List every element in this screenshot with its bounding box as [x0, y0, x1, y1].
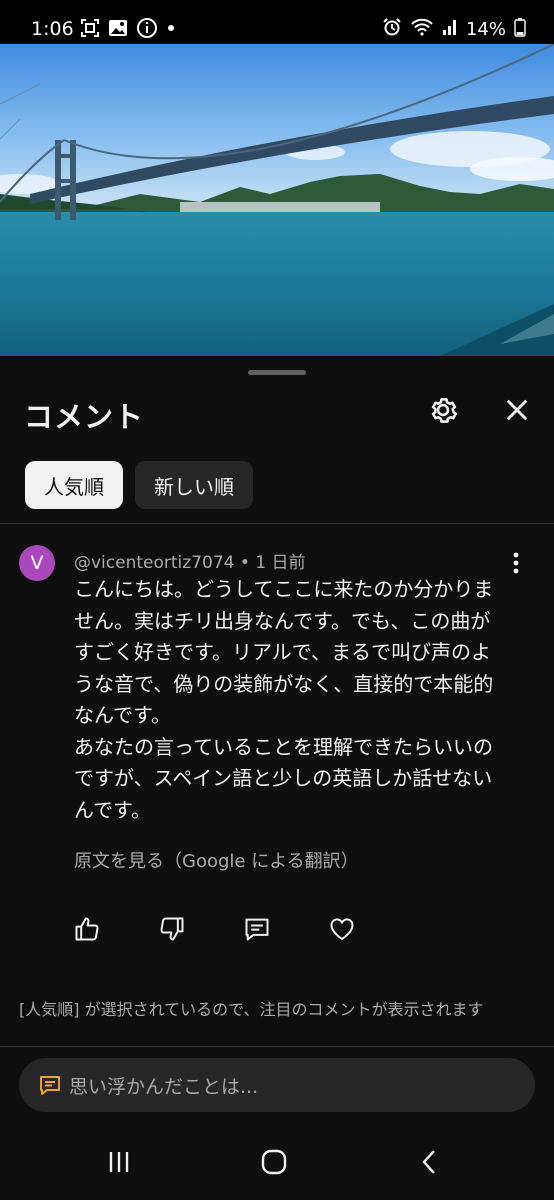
- close-icon: [503, 396, 531, 428]
- wifi-icon: [410, 17, 434, 42]
- comment-input-placeholder: 思い浮かんだことは...: [69, 1075, 259, 1098]
- dislike-button[interactable]: [153, 912, 191, 950]
- comment-input[interactable]: 思い浮かんだことは...: [19, 1058, 535, 1112]
- status-bar: 1:06 14%: [0, 0, 554, 44]
- recents-button[interactable]: [97, 1142, 141, 1186]
- status-time: 1:06: [31, 18, 74, 40]
- reply-button[interactable]: [238, 912, 276, 950]
- heart-icon: [328, 915, 356, 947]
- alarm-icon: [382, 17, 402, 42]
- comment-text: こんにちは。どうしてここに来たのか分かりま せん。実はチリ出身なんです。でも、こ…: [74, 574, 534, 826]
- close-button[interactable]: [495, 390, 539, 434]
- panel-title: コメント: [24, 400, 145, 434]
- like-button[interactable]: [68, 912, 106, 950]
- system-nav-bar: [0, 1120, 554, 1200]
- back-button[interactable]: [408, 1142, 452, 1186]
- reply-comment-icon: [243, 915, 271, 947]
- dot-icon: [166, 17, 176, 43]
- comment-line: こんにちは。どうしてここに来たのか分かりま: [74, 577, 494, 601]
- battery-icon: [514, 17, 526, 42]
- comment-line: ですが、スペイン語と少しの英語しか話せない: [74, 766, 493, 790]
- home-button[interactable]: [252, 1142, 296, 1186]
- chip-popular[interactable]: 人気順: [25, 461, 123, 509]
- see-original-link[interactable]: 原文を見る（Google による翻訳）: [74, 847, 359, 873]
- signal-icon: [442, 17, 458, 42]
- video-player[interactable]: [0, 44, 554, 356]
- comment-menu-button[interactable]: [502, 549, 530, 577]
- heart-button[interactable]: [323, 912, 361, 950]
- comment-line: んです。: [74, 797, 151, 822]
- video-thumbnail: [0, 44, 554, 356]
- chip-newest[interactable]: 新しい順: [135, 461, 253, 509]
- sort-chips: 人気順 新しい順: [25, 461, 253, 509]
- recents-icon: [104, 1147, 134, 1181]
- gear-icon: [426, 393, 460, 431]
- comment-line: すごく好きです。リアルで、まるで叫び声のよ: [74, 640, 491, 664]
- home-icon: [259, 1147, 289, 1181]
- thumbs-up-icon: [73, 915, 101, 947]
- divider: [0, 523, 554, 524]
- info-icon: [136, 17, 158, 43]
- back-icon: [415, 1147, 445, 1181]
- comment-actions: [68, 912, 408, 950]
- comment-line: うな音で、偽りの装飾がなく、直接的で本能的: [74, 671, 494, 696]
- thumbs-down-icon: [158, 915, 186, 947]
- battery-percent: 14%: [465, 19, 506, 40]
- drag-handle[interactable]: [248, 370, 306, 375]
- gallery-icon: [108, 18, 128, 42]
- comment-line: なんです。: [74, 703, 171, 727]
- comment-line: せん。実はチリ出身なんです。でも、この曲が: [74, 608, 491, 633]
- screenshot-icon: [80, 18, 100, 42]
- comments-panel: コメント 人気順 新しい順 V @vicenteortiz7074 • 1 日前…: [0, 356, 554, 1200]
- avatar[interactable]: V: [19, 545, 55, 581]
- sort-notice: [人気順] が選択されているので、注目のコメントが表示されます: [19, 1000, 484, 1019]
- comment-line: あなたの言っていることを理解できたらいいの: [74, 734, 493, 759]
- comment-author-meta[interactable]: @vicenteortiz7074 • 1 日前: [74, 548, 306, 573]
- comment-input-icon: [37, 1072, 63, 1098]
- settings-button[interactable]: [421, 390, 465, 434]
- divider: [0, 1046, 554, 1047]
